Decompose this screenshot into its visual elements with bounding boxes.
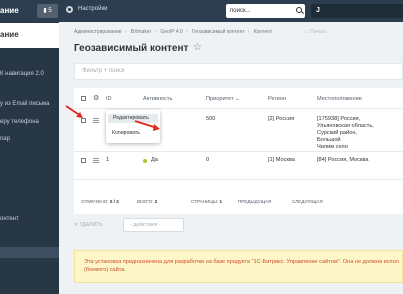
column-header-location[interactable]: Местоположение [317,96,362,102]
breadcrumb-item[interactable]: BXmaker [131,29,152,35]
user-menu[interactable]: J [311,4,403,18]
column-header-priority[interactable]: Приоритет ⌄ [206,96,240,102]
dev-notice: Эта установка предназначена для разработ… [74,250,403,283]
annotation-arrow-icon [134,120,160,131]
sidebar-item-phone[interactable]: еру телефона [0,119,39,125]
pages-label: СТРАНИЦЫ: [191,199,219,204]
sidebar-item-selected[interactable] [0,247,59,258]
divider [74,108,403,109]
column-header-id[interactable]: ID [106,96,112,102]
row-location: [175938] Россия, Ульяновская область, Су… [317,116,374,151]
row-priority: 0 [206,157,210,163]
sidebar-item-navigation[interactable]: К навигация 2.0 [0,71,44,77]
print-button[interactable]: ▭ Печать [304,29,327,35]
breadcrumb-item[interactable]: Контент [254,29,273,35]
location-line: Ульяновская область, [317,123,374,129]
page-title: Геозависимый контент [74,43,189,54]
select-all-checkbox[interactable] [81,96,86,101]
row-active: Да [151,157,158,163]
gear-icon[interactable] [66,6,73,13]
row-id: 1 [106,157,110,163]
search-input[interactable]: поиск... [226,4,305,18]
divider [74,151,403,152]
location-line: Большой [317,137,341,143]
row-menu-icon[interactable] [93,118,99,123]
total-label: ВСЕГО: [137,199,154,204]
location-line: Чилим село [317,144,348,150]
row-location: [84] Россия, Москва [317,157,369,163]
print-icon: ▭ [304,29,309,35]
divider [74,179,403,180]
column-header-active[interactable]: Активность [143,96,172,102]
total-value: 2 [154,199,158,204]
print-label: Печать [310,29,327,35]
data-table: ⚙ ID Активность Приоритет ⌄ Регион Место… [74,88,403,214]
row-checkbox[interactable] [81,158,86,163]
star-icon[interactable]: ☆ [193,43,202,53]
top-bar: ание ▮ 5 Настройки поиск... J [0,0,403,22]
breadcrumb-item[interactable]: GeoIP 4.0 [160,29,182,35]
messages-button[interactable]: ▮ 5 [37,4,58,18]
prev-page-button[interactable]: ПРЕДЫДУЩАЯ [238,199,271,204]
breadcrumb-item[interactable]: Администрирование [74,29,122,35]
search-icon[interactable] [296,7,302,13]
row-menu-icon[interactable] [93,158,99,163]
sidebar-active-label: ание [0,30,19,39]
settings-link[interactable]: Настройки [78,6,107,12]
sidebar-item-email[interactable]: у из Email письма [0,101,49,107]
sidebar-active-section[interactable]: ание [0,23,59,48]
breadcrumb: Администрирование › BXmaker › GeoIP 4.0 › Г… [74,29,273,35]
annotation-arrow-icon [65,105,83,118]
dev-notice-text: Эта установка предназначена для разработ… [84,259,399,273]
row-region: [1] Москва [268,157,295,163]
active-status-dot [143,158,147,163]
total-counter: ВСЕГО: 2 [137,199,157,204]
location-line: [175938] Россия, [317,116,361,122]
next-page-button[interactable]: СЛЕДУЮЩАЯ [292,199,323,204]
delete-button[interactable]: ✕ УДАЛИТЬ [74,222,103,228]
selected-label: ОТМЕЧЕНО: [81,199,109,204]
pages-counter: СТРАНИЦЫ: 1 [191,199,222,204]
sidebar: ание К навигация 2.0 у из Email письма е… [0,22,59,294]
location-line: Сурский район, [317,130,358,136]
sidebar-item-pair[interactable]: пар [0,136,10,142]
messages-count: 5 [48,8,52,14]
actions-select[interactable]: - действия - [123,218,184,232]
settings-gear-icon[interactable]: ⚙ [93,94,99,102]
filter-search-input[interactable]: Фильтр + поиск [74,63,403,80]
breadcrumb-item[interactable]: Геозависимый контент [192,29,245,35]
selected-counter: ОТМЕЧЕНО: 0 / 2 [81,199,119,204]
pages-value: 1 [219,199,222,204]
sort-down-icon: ⌄ [235,96,240,102]
row-priority: 500 [206,116,216,122]
sidebar-item-content[interactable]: онтент [0,216,19,222]
row-region: [2] Россия [268,116,295,122]
column-header-priority-label: Приоритет [206,96,234,102]
column-header-region[interactable]: Регион [268,96,286,102]
messages-icon: ▮ [43,8,47,14]
selected-value: 0 / 2 [109,199,119,204]
section-title[interactable]: ание [0,3,24,19]
